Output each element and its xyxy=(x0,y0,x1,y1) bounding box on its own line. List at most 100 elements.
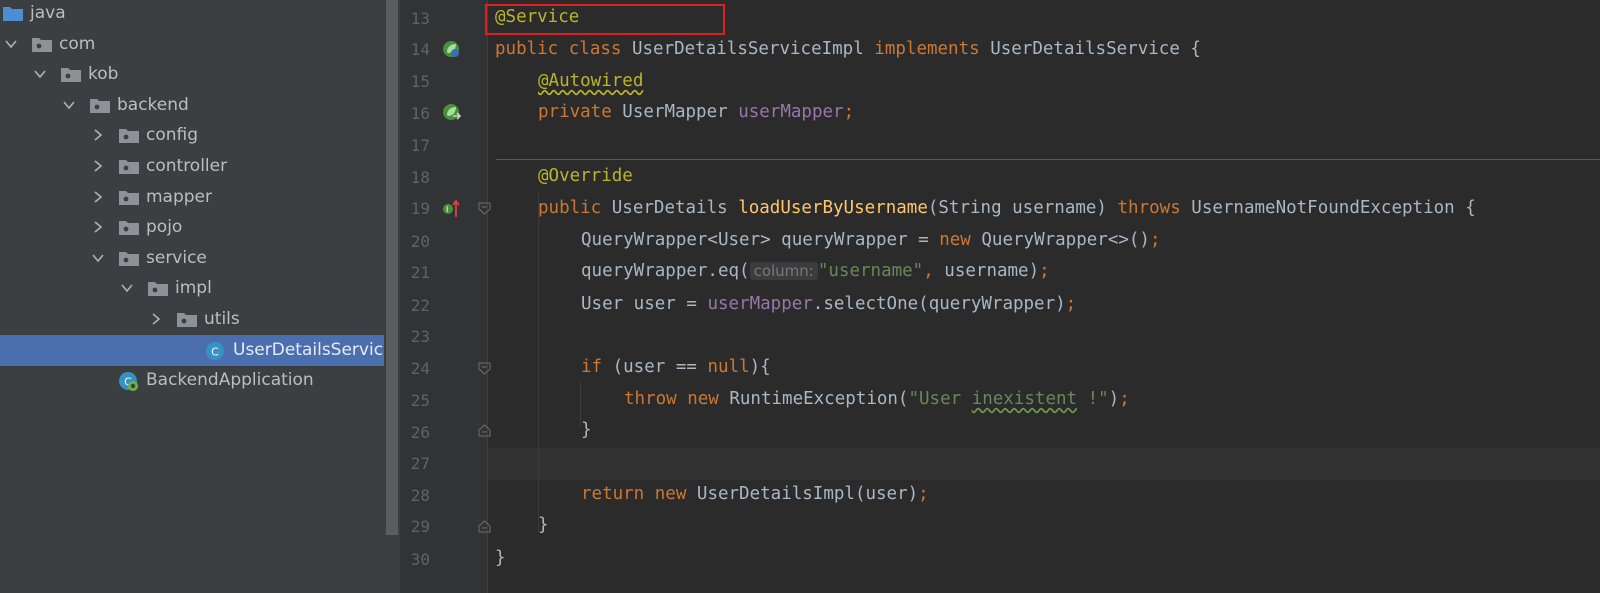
package-folder-icon xyxy=(147,279,168,297)
line-number: 20 xyxy=(410,232,430,251)
code-line-18[interactable]: @Override xyxy=(538,166,633,186)
chevron-down-icon[interactable] xyxy=(33,67,47,81)
autowired-navigate-icon[interactable] xyxy=(442,103,462,128)
line-number: 17 xyxy=(410,136,430,155)
tree-item-pojo[interactable]: pojo xyxy=(0,212,400,243)
gutter-divider xyxy=(487,0,488,593)
line-number: 29 xyxy=(410,517,430,536)
code-line-28[interactable]: return new UserDetailsImpl(user); xyxy=(581,484,929,504)
code-token: "User xyxy=(908,389,972,409)
code-line-16[interactable]: private UserMapper userMapper; xyxy=(538,102,854,122)
code-line-24[interactable]: if (user == null){ xyxy=(581,357,771,377)
code-token: public class xyxy=(495,39,632,59)
code-editor[interactable]: 13 14 15 16 17 18 19 20 21 22 23 24 25 26 27 28 29 30 I @… xyxy=(400,0,1600,593)
code-token: UserDetails xyxy=(611,198,739,218)
tree-item-utils[interactable]: utils xyxy=(0,304,400,335)
code-token: null xyxy=(707,357,750,377)
tree-scrollbar-thumb[interactable] xyxy=(386,0,398,535)
code-token: ; xyxy=(843,102,855,122)
code-token: (String username) xyxy=(927,198,1118,218)
implements-method-icon[interactable]: I xyxy=(442,198,462,225)
code-line-20[interactable]: QueryWrapper<User> queryWrapper = new Qu… xyxy=(581,230,1161,250)
code-token: } xyxy=(538,515,549,535)
package-folder-icon xyxy=(118,218,139,236)
code-token: public xyxy=(538,198,612,218)
code-line-22[interactable]: User user = userMapper.selectOne(queryWr… xyxy=(581,294,1076,314)
chevron-down-icon[interactable] xyxy=(120,281,134,295)
code-token: ; xyxy=(1149,230,1161,250)
fold-close-icon[interactable] xyxy=(478,520,491,533)
tree-item-label: BackendApplication xyxy=(146,370,314,391)
tree-item-backend[interactable]: backend xyxy=(0,90,400,121)
chevron-right-icon[interactable] xyxy=(149,312,163,326)
tree-item-controller[interactable]: controller xyxy=(0,151,400,182)
code-token: RuntimeException( xyxy=(729,389,909,409)
tree-item-label: service xyxy=(146,247,207,268)
tree-item-mapper[interactable]: mapper xyxy=(0,182,400,213)
tree-item-label: backend xyxy=(117,94,189,115)
project-tree: java com kob backend config controller mapper p… xyxy=(0,0,400,593)
code-token: ; xyxy=(1065,294,1077,314)
code-token: private xyxy=(538,102,623,122)
tree-item-label: config xyxy=(146,125,199,146)
chevron-right-icon[interactable] xyxy=(91,220,105,234)
code-token: UsernameNotFoundException { xyxy=(1191,198,1476,218)
code-token: ; xyxy=(918,484,929,504)
tree-item-impl[interactable]: impl xyxy=(0,273,400,304)
code-token: @Autowired xyxy=(538,71,644,91)
line-number: 26 xyxy=(410,423,430,442)
code-token: "username" xyxy=(817,261,924,281)
chevron-right-icon[interactable] xyxy=(91,190,105,204)
code-line-21[interactable]: queryWrapper.eq(column: "username", usern… xyxy=(581,261,1050,281)
line-number: 13 xyxy=(410,9,430,28)
line-number: 22 xyxy=(410,296,430,315)
code-token: QueryWrapper<>() xyxy=(981,230,1150,250)
tree-item-kob[interactable]: kob xyxy=(0,59,400,90)
tree-item-service[interactable]: service xyxy=(0,243,400,274)
tree-item-label: UserDetailsServiceImpl xyxy=(233,339,400,360)
package-folder-icon xyxy=(60,65,81,83)
chevron-down-icon[interactable] xyxy=(4,37,18,51)
tree-item-com[interactable]: com xyxy=(0,29,400,60)
code-token: ){ xyxy=(749,357,771,377)
chevron-down-icon[interactable] xyxy=(62,98,76,112)
line-number: 23 xyxy=(410,327,430,346)
chevron-down-icon[interactable] xyxy=(91,251,105,265)
code-line-15[interactable]: @Autowired xyxy=(538,71,643,91)
spring-bean-icon[interactable] xyxy=(442,40,462,65)
package-folder-icon xyxy=(89,96,110,114)
tree-item-label: mapper xyxy=(146,186,213,207)
code-line-25[interactable]: throw new RuntimeException("User inexist… xyxy=(624,389,1130,409)
code-line-29[interactable]: } xyxy=(538,515,549,535)
code-token: throw new xyxy=(624,389,730,409)
chevron-right-icon[interactable] xyxy=(91,128,105,142)
code-line-26[interactable]: } xyxy=(581,420,592,440)
fold-close-icon[interactable] xyxy=(478,424,491,437)
line-number: 18 xyxy=(410,168,430,187)
code-token: userMapper xyxy=(707,294,813,314)
line-number: 15 xyxy=(410,72,430,91)
package-folder-icon xyxy=(118,126,139,144)
line-number: 28 xyxy=(410,486,430,505)
source-folder-icon xyxy=(2,4,23,22)
tree-item-label: controller xyxy=(146,156,228,176)
tree-item-label: pojo xyxy=(146,217,183,238)
chevron-right-icon[interactable] xyxy=(91,159,105,173)
code-token: loadUserByUsername xyxy=(738,198,928,218)
fold-open-icon[interactable] xyxy=(478,362,491,375)
code-token: (user == xyxy=(612,357,708,377)
code-line-14[interactable]: public class UserDetailsServiceImpl impl… xyxy=(495,39,1201,59)
line-number: 19 xyxy=(410,199,430,218)
tree-item-java[interactable]: java xyxy=(0,0,400,29)
tree-item-config[interactable]: config xyxy=(0,120,400,151)
code-token: ; xyxy=(1119,389,1130,409)
code-line-19[interactable]: public UserDetails loadUserByUsername(St… xyxy=(538,198,1476,218)
tree-item-userdetailsserviceimpl[interactable]: C UserDetailsServiceImpl xyxy=(0,334,400,366)
svg-text:C: C xyxy=(211,345,219,358)
code-line-30[interactable]: } xyxy=(495,548,506,568)
tree-item-backendapplication[interactable]: C BackendApplication xyxy=(0,365,400,396)
tree-item-label: kob xyxy=(88,64,119,85)
code-token: queryWrapper.eq( xyxy=(581,261,750,281)
fold-open-icon[interactable] xyxy=(478,202,491,215)
code-token: ; xyxy=(1039,261,1050,281)
